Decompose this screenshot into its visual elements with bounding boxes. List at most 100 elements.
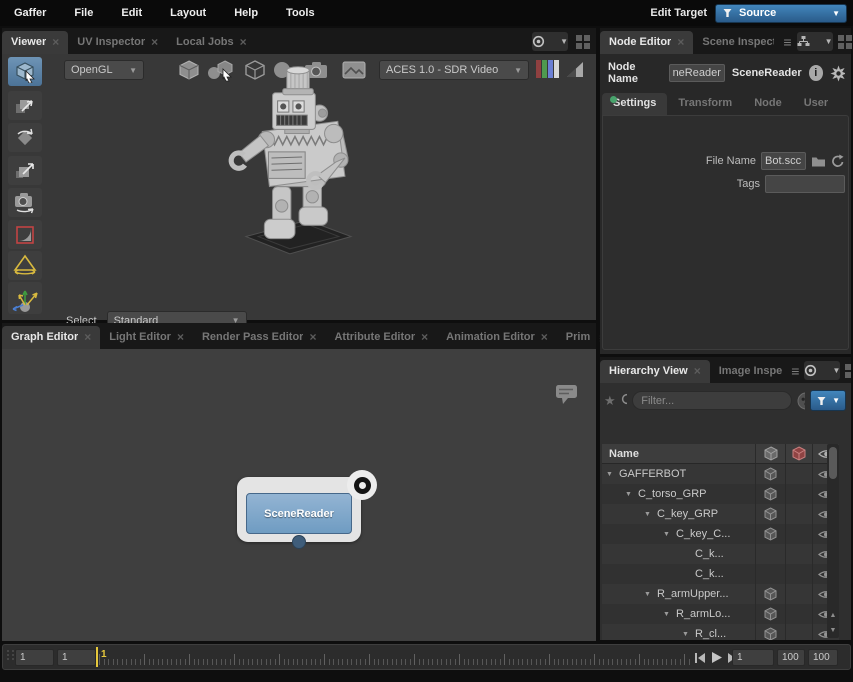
close-icon[interactable]: × (52, 38, 59, 46)
hierarchy-row[interactable]: ▼ GAFFERBOT (602, 464, 839, 484)
tab-menu-icon[interactable]: ≡ (783, 37, 791, 47)
tab-prim[interactable]: Prim (557, 326, 599, 349)
rotate-tool-button[interactable] (8, 123, 42, 152)
close-icon[interactable]: × (694, 367, 701, 375)
tab-uv-inspector[interactable]: UV Inspector× (68, 31, 167, 54)
tab-graph-editor[interactable]: Graph Editor× (2, 326, 100, 349)
row-exclude-cell[interactable] (786, 524, 813, 544)
hierarchy-row[interactable]: ▼ R_armLo... (602, 604, 839, 624)
node-name-input[interactable] (669, 64, 725, 82)
shading-mode-icon[interactable] (178, 60, 200, 80)
section-tab-transform[interactable]: Transform (667, 93, 743, 115)
close-icon[interactable]: × (151, 38, 158, 46)
scroll-up-icon[interactable]: ▲ (827, 608, 839, 622)
expander-icon[interactable]: ▼ (663, 531, 672, 538)
hierarchy-row[interactable]: ▼ R_cl... (602, 624, 839, 640)
expander-icon[interactable]: ▼ (644, 511, 653, 518)
tab-image-inspe[interactable]: Image Inspe (710, 360, 792, 383)
expander-icon[interactable]: ▼ (606, 471, 615, 478)
row-exclude-cell[interactable] (786, 464, 813, 484)
hierarchy-row[interactable]: ▼ R_armUpper... (602, 584, 839, 604)
section-tab-node[interactable]: Node (743, 93, 793, 115)
scene-reader-node[interactable]: SceneReader (237, 477, 361, 542)
scrollbar[interactable]: ▲ ▼ (827, 444, 839, 638)
playhead[interactable] (96, 647, 98, 667)
translate-tool-button[interactable] (8, 91, 42, 120)
filter-options-icon[interactable] (797, 392, 805, 410)
bookmarks-star-icon[interactable]: ★ (604, 393, 616, 409)
menu-item-layout[interactable]: Layout (156, 7, 220, 19)
row-include-cube-icon[interactable] (756, 624, 786, 640)
close-icon[interactable]: × (541, 333, 548, 341)
crop-window-tool-button[interactable] (8, 220, 42, 249)
row-exclude-cell[interactable] (786, 564, 813, 584)
close-icon[interactable]: × (84, 333, 91, 341)
close-icon[interactable]: × (421, 333, 428, 341)
gear-icon[interactable] (830, 65, 845, 82)
edit-target-dropdown[interactable]: Source ▼ (715, 4, 847, 23)
expander-icon[interactable]: ▼ (682, 631, 691, 638)
hierarchy-row[interactable]: ▼ C_k... (602, 564, 839, 584)
row-include-cube-icon[interactable] (756, 524, 786, 544)
selection-tool-button[interactable] (8, 57, 42, 86)
menu-item-tools[interactable]: Tools (272, 7, 329, 19)
close-icon[interactable]: × (177, 333, 184, 341)
play-button[interactable] (710, 651, 723, 664)
current-frame-input[interactable] (57, 649, 96, 666)
row-exclude-cell[interactable] (786, 544, 813, 564)
close-icon[interactable]: × (677, 38, 684, 46)
viewport[interactable]: OpenGL ▼ ACES 1.0 (2, 54, 596, 320)
start-frame-input[interactable] (15, 649, 54, 666)
exposure-gamma-icon[interactable] (566, 61, 584, 78)
current-frame-input-right[interactable] (732, 649, 774, 666)
camera-tool-button[interactable] (8, 188, 42, 217)
tags-input[interactable] (765, 175, 845, 193)
channels-rgb-icon[interactable] (536, 59, 560, 79)
viewer-focus-dropdown[interactable]: ▼ (532, 32, 568, 51)
include-cube-column-icon[interactable] (756, 444, 786, 463)
row-exclude-cell[interactable] (786, 484, 813, 504)
menu-item-gaffer[interactable]: Gaffer (0, 7, 60, 19)
expander-icon[interactable]: ▼ (663, 611, 672, 618)
row-include-cube-icon[interactable] (756, 504, 786, 524)
skip-to-start-button[interactable] (694, 652, 706, 664)
tab-node-editor[interactable]: Node Editor× (600, 31, 693, 54)
annotation-bubble-icon[interactable] (554, 383, 580, 407)
row-exclude-cell[interactable] (786, 624, 813, 640)
hierarchy-row[interactable]: ▼ C_key_GRP (602, 504, 839, 524)
file-name-input[interactable] (761, 152, 806, 170)
scroll-down-icon[interactable]: ▼ (827, 623, 839, 637)
menu-item-help[interactable]: Help (220, 7, 272, 19)
section-tab-user[interactable]: User (793, 93, 839, 115)
menu-item-edit[interactable]: Edit (107, 7, 156, 19)
hierarchy-focus-dropdown[interactable]: ▼ (804, 361, 840, 380)
refresh-icon[interactable] (831, 154, 845, 168)
graph-canvas[interactable]: SceneReader (2, 349, 596, 641)
row-include-cube-icon[interactable] (756, 604, 786, 624)
layout-grid-icon[interactable] (845, 364, 853, 378)
filter-input[interactable] (632, 391, 792, 410)
row-exclude-cell[interactable] (786, 504, 813, 524)
hierarchy-row[interactable]: ▼ C_torso_GRP (602, 484, 839, 504)
row-include-cube-icon[interactable] (756, 564, 786, 584)
scale-tool-button[interactable] (8, 156, 42, 185)
menu-item-file[interactable]: File (60, 7, 107, 19)
node-focus-ring[interactable] (347, 470, 377, 500)
row-include-cube-icon[interactable] (756, 464, 786, 484)
exclude-cube-column-icon[interactable] (786, 444, 813, 463)
layout-grid-icon[interactable] (576, 35, 590, 49)
expander-icon[interactable]: ▼ (625, 491, 634, 498)
info-icon[interactable]: i (809, 65, 823, 81)
folder-browse-icon[interactable] (811, 155, 826, 167)
layout-grid-icon[interactable] (838, 35, 852, 49)
hierarchy-row[interactable]: ▼ C_key_C... (602, 524, 839, 544)
tab-light-editor[interactable]: Light Editor× (100, 326, 193, 349)
tab-viewer[interactable]: Viewer× (2, 31, 68, 54)
display-transform-dropdown[interactable]: ACES 1.0 - SDR Video ▼ (379, 60, 529, 80)
node-output-connector[interactable] (292, 535, 306, 549)
tab-local-jobs[interactable]: Local Jobs× (167, 31, 255, 54)
tab-hierarchy-view[interactable]: Hierarchy View× (600, 360, 710, 383)
tab-render-pass-editor[interactable]: Render Pass Editor× (193, 326, 326, 349)
end-frame-limit-input[interactable] (808, 649, 838, 666)
hierarchy-row[interactable]: ▼ C_k... (602, 544, 839, 564)
